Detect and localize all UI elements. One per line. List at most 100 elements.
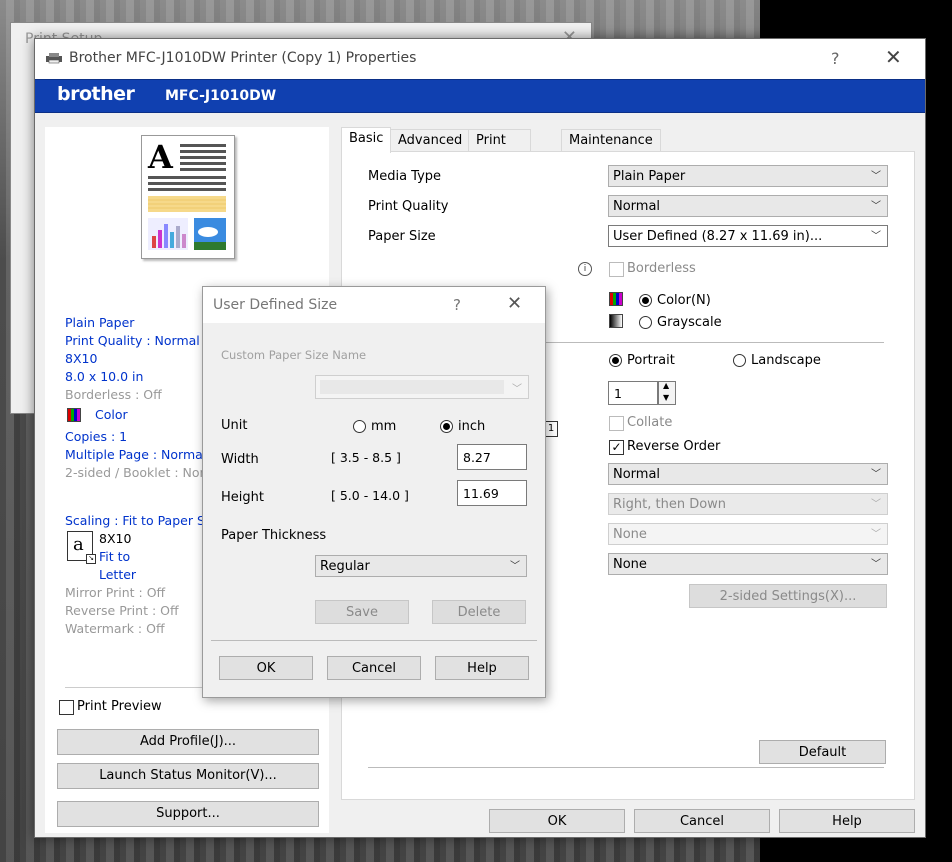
svg-text:A: A [147, 138, 174, 176]
mm-radio[interactable] [353, 420, 366, 433]
paper-size-label: Paper Size [368, 229, 436, 244]
tab-advanced[interactable]: Advanced [390, 129, 471, 152]
chevron-down-icon: ﹀ [871, 469, 881, 480]
printer-icon [46, 53, 62, 64]
multiple-page-value: Normal [613, 467, 661, 482]
two-sided-select[interactable]: None ﹀ [608, 553, 888, 575]
add-profile-button[interactable]: Add Profile(J)... [57, 729, 319, 755]
tab-maintenance[interactable]: Maintenance [561, 129, 661, 152]
divider [368, 767, 884, 768]
landscape-radio[interactable] [733, 354, 746, 367]
support-button[interactable]: Support... [57, 801, 319, 827]
user-defined-size-dialog: User Defined Size ? ✕ Custom Paper Size … [202, 286, 546, 698]
page-order-icon: 1 [544, 421, 558, 437]
save-button[interactable]: Save [315, 600, 409, 624]
media-type-select[interactable]: Plain Paper ﹀ [608, 165, 888, 187]
cancel-button[interactable]: Cancel [327, 656, 421, 680]
summary-two-sided: 2-sided / Booklet : None [65, 465, 216, 480]
page-preview-image: A [141, 135, 235, 259]
summary-borderless: Borderless : Off [65, 387, 162, 402]
tab-basic[interactable]: Basic [341, 127, 392, 153]
brother-logo: brother [57, 83, 135, 105]
arrow-down-icon[interactable]: ▼ [663, 393, 669, 402]
inch-label: inch [458, 419, 486, 434]
summary-size-name: 8X10 [65, 351, 98, 366]
summary-mirror: Mirror Print : Off [65, 585, 166, 600]
close-button[interactable]: ✕ [507, 293, 522, 314]
borderless-checkbox[interactable] [609, 262, 624, 277]
portrait-label: Portrait [627, 353, 675, 368]
summary-scaling-from: 8X10 [99, 531, 132, 546]
page-order-select[interactable]: Right, then Down ﹀ [608, 493, 888, 515]
chevron-down-icon: ﹀ [871, 529, 881, 540]
color-swatch-icon [67, 408, 81, 422]
brand-banner: brother MFC-J1010DW [35, 79, 925, 113]
width-range: [ 3.5 - 8.5 ] [331, 450, 401, 465]
summary-copies: Copies : 1 [65, 429, 128, 444]
delete-button[interactable]: Delete [432, 600, 526, 624]
custom-name-label: Custom Paper Size Name [221, 348, 367, 362]
height-input[interactable]: 11.69 [457, 480, 527, 506]
media-type-value: Plain Paper [613, 169, 686, 184]
custom-name-select[interactable]: ﹀ [315, 375, 529, 399]
summary-scaling: Scaling : Fit to Paper Size [65, 513, 223, 528]
border-line-select[interactable]: None ﹀ [608, 523, 888, 545]
height-range: [ 5.0 - 14.0 ] [331, 488, 409, 503]
help-button[interactable]: Help [779, 809, 915, 833]
width-input[interactable]: 8.27 [457, 444, 527, 470]
multiple-page-select[interactable]: Normal ﹀ [608, 463, 888, 485]
print-preview-checkbox[interactable] [59, 700, 74, 715]
media-type-label: Media Type [368, 169, 442, 184]
color-swatch-icon [609, 292, 623, 306]
paper-thickness-select[interactable]: Regular ﹀ [315, 555, 527, 577]
copies-stepper[interactable]: ▲ ▼ [658, 381, 676, 405]
help-icon[interactable]: ? [831, 49, 840, 68]
grayscale-swatch-icon [609, 314, 623, 328]
collate-label: Collate [627, 415, 673, 430]
paper-size-select[interactable]: User Defined (8.27 x 11.69 in)... ﹀ [608, 225, 888, 247]
arrow-up-icon[interactable]: ▲ [663, 381, 669, 390]
collate-checkbox[interactable] [609, 416, 624, 431]
chevron-down-icon: ﹀ [871, 231, 881, 242]
print-quality-value: Normal [613, 199, 661, 214]
summary-scaling-fit: Fit to [99, 549, 131, 564]
summary-color: Color [95, 407, 128, 422]
ok-button[interactable]: OK [489, 809, 625, 833]
help-button[interactable]: Help [435, 656, 529, 680]
launch-status-monitor-button[interactable]: Launch Status Monitor(V)... [57, 763, 319, 789]
summary-scaling-to: Letter [99, 567, 137, 582]
color-radio[interactable] [639, 294, 652, 307]
two-sided-settings-button[interactable]: 2-sided Settings(X)... [689, 584, 887, 608]
ok-button[interactable]: OK [219, 656, 313, 680]
paper-thickness-value: Regular [320, 559, 370, 574]
reverse-order-checkbox[interactable]: ✓ [609, 440, 624, 455]
summary-multiple-page: Multiple Page : Normal [65, 447, 207, 462]
portrait-radio[interactable] [609, 354, 622, 367]
chevron-down-icon: ﹀ [871, 499, 881, 510]
scaling-page-icon: a ↘ [67, 531, 96, 564]
chevron-down-icon: ﹀ [871, 171, 881, 182]
reverse-order-label: Reverse Order [627, 439, 721, 454]
divider [211, 640, 537, 641]
grayscale-radio[interactable] [639, 316, 652, 329]
close-button[interactable]: ✕ [885, 45, 902, 69]
paper-thickness-label: Paper Thickness [221, 528, 327, 543]
tab-print-profiles[interactable]: Print Profiles [468, 129, 532, 170]
width-label: Width [221, 452, 259, 467]
dialog-title: User Defined Size [213, 297, 338, 313]
default-button[interactable]: Default [759, 740, 886, 764]
summary-quality: Print Quality : Normal [65, 333, 200, 348]
info-icon[interactable]: i [578, 262, 592, 276]
two-sided-value: None [613, 557, 647, 572]
cancel-button[interactable]: Cancel [634, 809, 770, 833]
chevron-down-icon: ﹀ [871, 559, 881, 570]
copies-input[interactable]: 1 [608, 381, 658, 405]
chevron-down-icon: ﹀ [871, 201, 881, 212]
help-icon[interactable]: ? [453, 296, 461, 314]
summary-size-dim: 8.0 x 10.0 in [65, 369, 144, 384]
borderless-label: Borderless [627, 261, 696, 276]
print-quality-select[interactable]: Normal ﹀ [608, 195, 888, 217]
landscape-label: Landscape [751, 353, 821, 368]
inch-radio[interactable] [440, 420, 453, 433]
grayscale-label: Grayscale [657, 315, 722, 330]
